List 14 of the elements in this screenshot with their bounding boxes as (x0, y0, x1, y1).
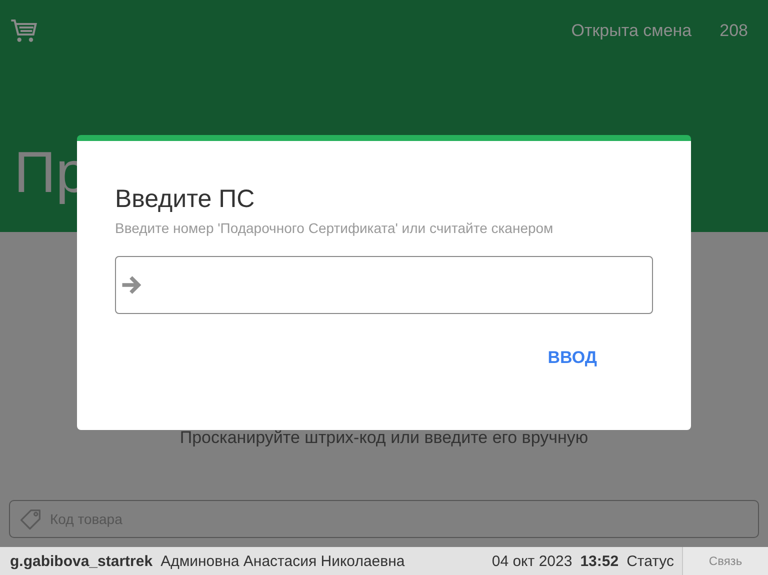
scan-hint: Просканируйте штрих-код или введите его вручную (178, 428, 590, 448)
dialog-title: Введите ПС (115, 185, 256, 214)
dialog-subtitle: Введите номер 'Подарочного Сертификата' или считайте сканером (115, 220, 554, 236)
date-text: 04 окт 2023 (492, 552, 572, 570)
connection-button[interactable]: Связь (682, 547, 768, 575)
shift-number: 208 (720, 21, 748, 41)
certificate-input[interactable] (115, 256, 653, 314)
status-label[interactable]: Статус (626, 552, 674, 570)
shift-status: Открыта смена (571, 21, 692, 41)
user-name: Админовна Анастасия Николаевна (160, 552, 405, 570)
time-text: 13:52 (580, 552, 619, 570)
enter-button[interactable]: ВВОД (544, 344, 601, 372)
cart-icon[interactable] (10, 18, 38, 44)
user-login: g.gabibova_startrek (10, 552, 153, 570)
